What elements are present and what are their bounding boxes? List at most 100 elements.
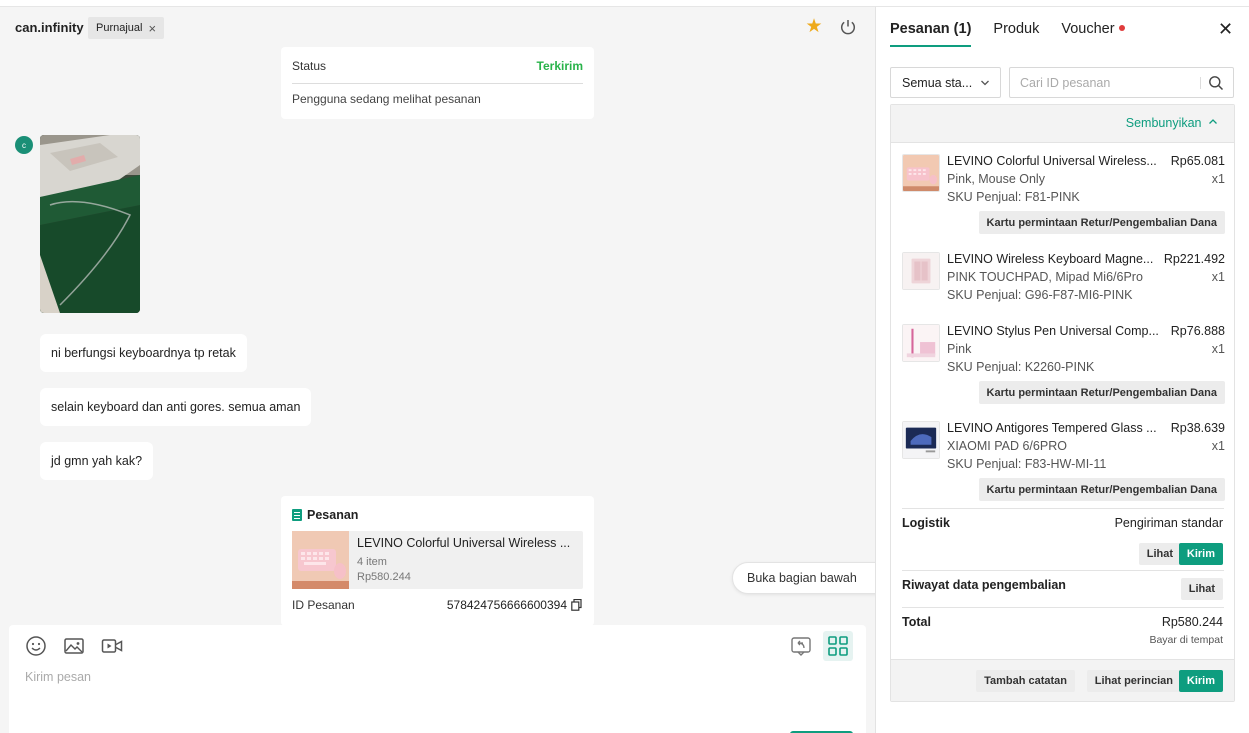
hide-label: Sembunyikan — [1125, 116, 1202, 130]
chat-username[interactable]: can.infinity — [15, 20, 84, 35]
scroll-to-bottom-button[interactable]: Buka bagian bawah — [732, 562, 875, 594]
logistics-view-button[interactable]: Lihat — [1138, 543, 1181, 565]
total-value: Rp580.244 — [1161, 615, 1223, 629]
return-history-view-button[interactable]: Lihat — [1180, 578, 1223, 600]
close-panel-icon[interactable]: ✕ — [1218, 19, 1233, 39]
order-card-product[interactable]: LEVINO Colorful Universal Wireless ... 4… — [292, 531, 583, 589]
item-variant: XIAOMI PAD 6/6PRO — [947, 439, 1067, 453]
grid-icon[interactable] — [823, 631, 853, 661]
payment-method-note: Bayar di tempat — [1149, 634, 1223, 646]
item-qty: x1 — [1211, 439, 1225, 453]
tab-products[interactable]: Produk — [993, 7, 1039, 51]
notification-dot — [1118, 25, 1125, 32]
chat-header: can.infinity Purnajual × ★ — [0, 7, 875, 49]
item-sku: SKU Penjual: F83-HW-MI-11 — [947, 457, 1107, 471]
status-card: Status Terkirim Pengguna sedang melihat … — [281, 47, 594, 119]
video-icon[interactable] — [101, 635, 123, 657]
item-qty: x1 — [1211, 270, 1225, 284]
order-search-box — [1009, 67, 1234, 98]
emoji-icon[interactable] — [25, 635, 47, 657]
order-details-box: Sembunyikan LEVINO Colorful Universal Wi… — [890, 104, 1235, 702]
tab-vouchers-label: Voucher — [1061, 21, 1115, 37]
order-box-footer: Tambah catatan Lihat perincian Kirim — [891, 659, 1234, 701]
message-composer: Kirim pesan — [9, 625, 866, 733]
order-card-product-name: LEVINO Colorful Universal Wireless ... — [357, 536, 571, 550]
order-id-value: 578424756666600394 — [447, 598, 582, 612]
status-filter-value: Semua sta... — [902, 75, 973, 90]
product-thumbnail — [902, 154, 940, 192]
copy-icon[interactable] — [571, 599, 582, 611]
logistics-label: Logistik — [902, 516, 950, 530]
view-details-button[interactable]: Lihat perincian — [1086, 670, 1181, 692]
search-divider — [1200, 77, 1201, 89]
item-sku: SKU Penjual: K2260-PINK — [947, 360, 1095, 374]
search-icon[interactable] — [1208, 75, 1224, 91]
order-card-item-count: 4 item — [357, 556, 387, 568]
item-sku: SKU Penjual: G96-F87-MI6-PINK — [947, 288, 1133, 302]
product-thumbnail — [902, 324, 940, 362]
panel-tabs: Pesanan (1) Produk Voucher — [890, 7, 1125, 51]
chat-pane: can.infinity Purnajual × ★ Status Terkir… — [0, 6, 876, 733]
chat-message: selain keyboard dan anti gores. semua am… — [40, 388, 312, 426]
product-thumbnail — [902, 252, 940, 290]
order-panel: Pesanan (1) Produk Voucher ✕ Semua sta..… — [876, 6, 1249, 733]
tab-products-label: Produk — [993, 21, 1040, 37]
item-price: Rp38.639 — [1170, 421, 1225, 435]
product-thumbnail — [902, 421, 940, 459]
add-note-button[interactable]: Tambah catatan — [976, 670, 1075, 692]
tab-orders-label: Pesanan (1) — [890, 21, 972, 37]
order-id-label: ID Pesanan — [292, 598, 355, 612]
star-icon[interactable]: ★ — [804, 17, 824, 37]
status-divider — [292, 83, 583, 84]
status-label: Status — [292, 59, 327, 73]
close-icon[interactable]: × — [148, 21, 156, 36]
tab-orders[interactable]: Pesanan (1) — [890, 7, 972, 51]
footer-send-button[interactable]: Kirim — [1178, 670, 1223, 692]
logistics-value: Pengiriman standar — [1114, 516, 1223, 530]
item-price: Rp65.081 — [1170, 154, 1225, 168]
item-title[interactable]: LEVINO Wireless Keyboard Magne... — [947, 252, 1159, 266]
message-input[interactable]: Kirim pesan — [25, 670, 91, 684]
logistics-send-button[interactable]: Kirim — [1178, 543, 1223, 565]
item-qty: x1 — [1211, 172, 1225, 186]
chat-message: ni berfungsi keyboardnya tp retak — [40, 334, 247, 372]
item-sku: SKU Penjual: F81-PINK — [947, 190, 1080, 204]
item-variant: Pink — [947, 342, 972, 356]
item-title[interactable]: LEVINO Stylus Pen Universal Comp... — [947, 324, 1159, 338]
product-thumbnail — [292, 531, 349, 589]
quick-reply-icon[interactable] — [790, 635, 812, 657]
status-filter-select[interactable]: Semua sta... — [890, 67, 1001, 98]
order-search-input[interactable] — [1020, 74, 1200, 92]
divider — [902, 607, 1224, 608]
document-icon — [292, 509, 302, 521]
return-request-button[interactable]: Kartu permintaan Retur/Pengembalian Dana — [978, 381, 1225, 404]
return-request-button[interactable]: Kartu permintaan Retur/Pengembalian Dana — [978, 478, 1225, 501]
item-title[interactable]: LEVINO Colorful Universal Wireless... — [947, 154, 1159, 168]
status-value: Terkirim — [536, 59, 583, 73]
return-history-label: Riwayat data pengembalian — [902, 578, 1066, 592]
buyer-tag-label: Purnajual — [96, 22, 143, 34]
chat-image[interactable] — [40, 135, 140, 313]
order-box-header: Sembunyikan — [891, 105, 1234, 143]
item-variant: Pink, Mouse Only — [947, 172, 1045, 186]
order-card-price: Rp580.244 — [357, 571, 411, 583]
buyer-tag: Purnajual × — [88, 17, 165, 39]
item-price: Rp76.888 — [1170, 324, 1225, 338]
buyer-avatar: c — [15, 136, 33, 154]
return-request-button[interactable]: Kartu permintaan Retur/Pengembalian Dana — [978, 211, 1225, 234]
order-card-title: Pesanan — [307, 508, 359, 522]
divider — [902, 570, 1224, 571]
order-card[interactable]: Pesanan LEVINO Colorful Universal Wirele… — [281, 496, 594, 626]
chevron-down-icon — [981, 80, 989, 86]
order-card-header: Pesanan — [292, 508, 358, 522]
status-message: Pengguna sedang melihat pesanan — [292, 92, 481, 106]
item-price: Rp221.492 — [1163, 252, 1225, 266]
item-title[interactable]: LEVINO Antigores Tempered Glass ... — [947, 421, 1159, 435]
chat-message: jd gmn yah kak? — [40, 442, 154, 480]
tab-vouchers[interactable]: Voucher — [1061, 7, 1125, 51]
image-icon[interactable] — [63, 635, 85, 657]
item-variant: PINK TOUCHPAD, Mipad Mi6/6Pro — [947, 270, 1143, 284]
hide-toggle[interactable]: Sembunyikan — [1126, 116, 1218, 130]
item-qty: x1 — [1211, 342, 1225, 356]
power-icon[interactable] — [839, 18, 857, 36]
